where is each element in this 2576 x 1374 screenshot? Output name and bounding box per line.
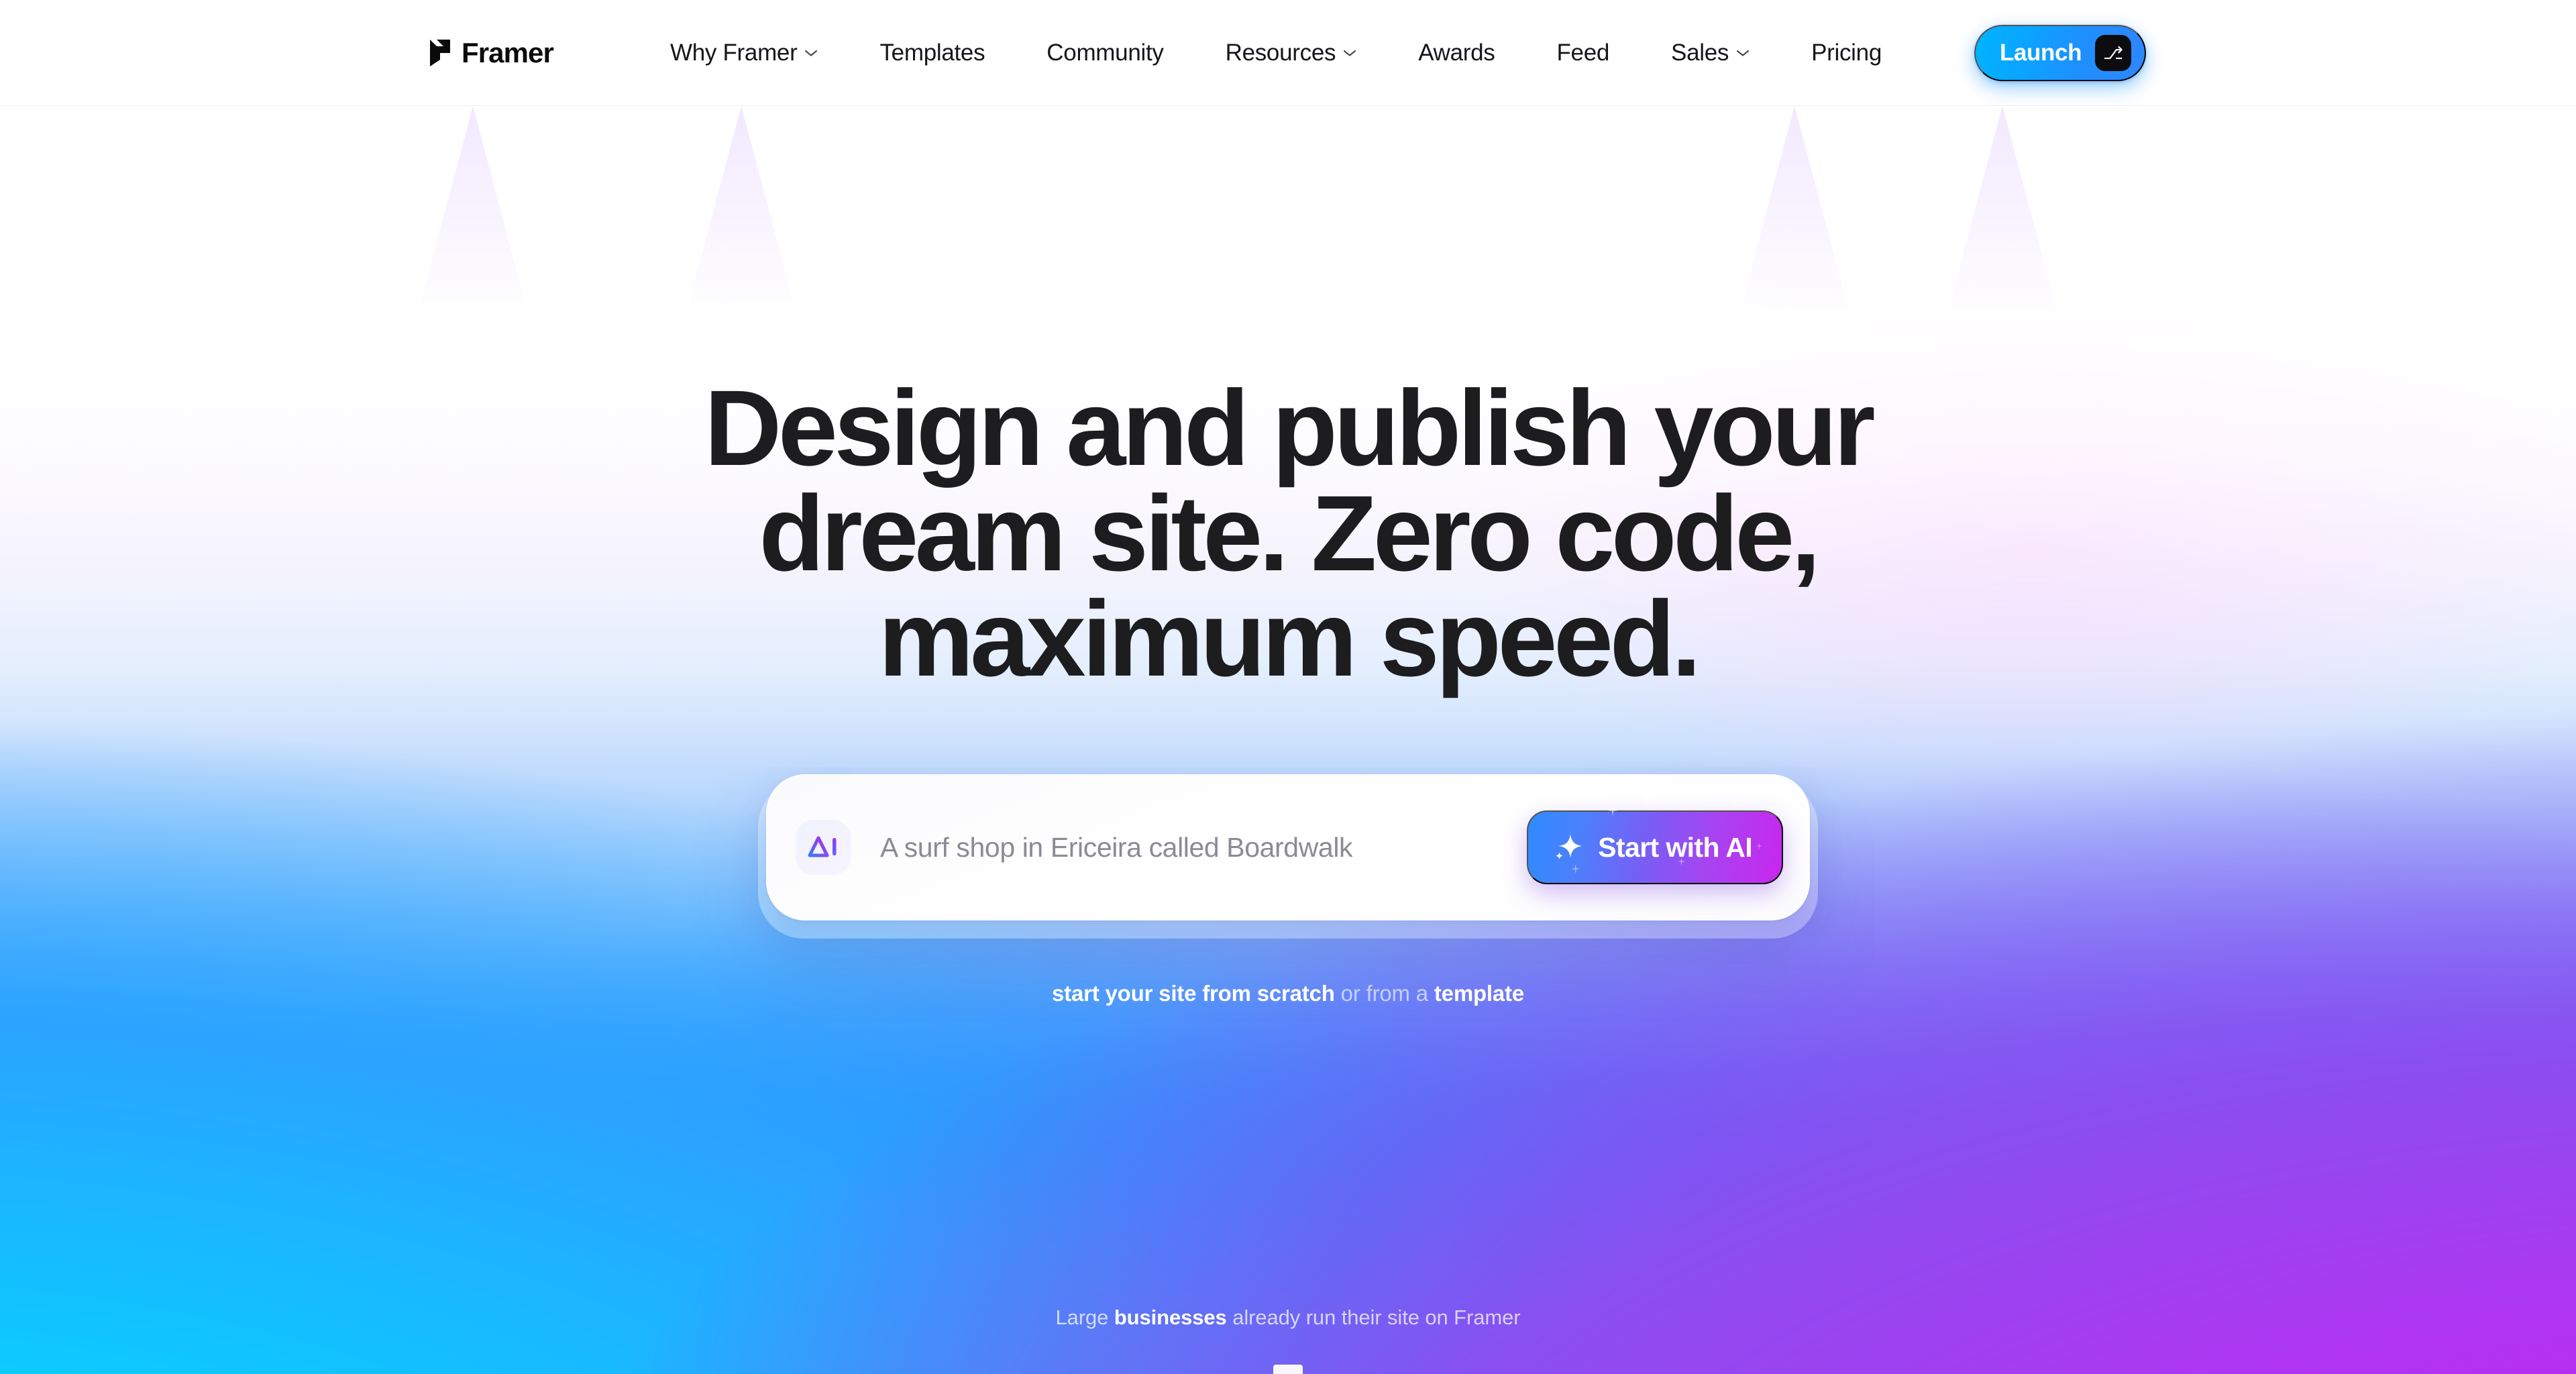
businesses-bold: businesses: [1114, 1306, 1227, 1329]
next-section-peek: [1273, 1365, 1303, 1374]
top-navigation-bar: Framer Why Framer Templates Community Re…: [0, 0, 2576, 106]
brand-logo-link[interactable]: Framer: [429, 36, 554, 69]
hero-section: Design and publish your dream site. Zero…: [0, 0, 2576, 1374]
launch-button[interactable]: Launch ⎇: [1974, 24, 2147, 81]
nav-item-sales[interactable]: Sales: [1640, 40, 1780, 66]
sparkle-icon: [1556, 834, 1583, 859]
nav-item-label: Sales: [1671, 39, 1729, 66]
chevron-down-icon: [1344, 50, 1356, 56]
nav-item-community[interactable]: Community: [1016, 40, 1194, 66]
ai-prompt-card: A surf shop in Ericeira called Boardwalk: [766, 774, 1810, 920]
start-from-scratch-link[interactable]: start your site from scratch: [1052, 981, 1335, 1006]
template-link[interactable]: template: [1434, 981, 1524, 1006]
framer-logo-icon: [429, 39, 450, 66]
nav-item-why-framer[interactable]: Why Framer: [639, 40, 849, 66]
nav-item-label: Awards: [1418, 39, 1495, 66]
sub-line-middle: or from a: [1334, 981, 1434, 1006]
nav-item-label: Resources: [1225, 39, 1336, 66]
businesses-suffix: already run their site on Framer: [1226, 1306, 1521, 1329]
nav-item-label: Why Framer: [669, 39, 798, 66]
nav-item-feed[interactable]: Feed: [1525, 40, 1640, 66]
ai-triangle-icon: [796, 820, 851, 875]
framer-landing-page: Framer Why Framer Templates Community Re…: [0, 0, 2576, 1374]
nav-item-resources[interactable]: Resources: [1195, 40, 1388, 66]
nav-item-label: Feed: [1556, 39, 1610, 66]
headline-line-2: dream site. Zero code,: [759, 472, 1821, 593]
headline-line-3: maximum speed.: [878, 578, 1701, 698]
nav-item-awards[interactable]: Awards: [1387, 40, 1525, 66]
launch-button-wrapper: Launch ⎇: [1974, 24, 2147, 81]
launch-shortcut-badge: ⎇: [2095, 34, 2132, 71]
prompt-card-glow: A surf shop in Ericeira called Boardwalk: [758, 774, 1818, 939]
headline-line-1: Design and publish your: [704, 368, 1876, 488]
scratch-or-template-line: start your site from scratch or from a t…: [1052, 981, 1524, 1006]
ai-prompt-input[interactable]: A surf shop in Ericeira called Boardwalk: [880, 832, 1527, 863]
launch-button-label: Launch: [2000, 39, 2082, 66]
chevron-down-icon: [1737, 50, 1750, 56]
nav-item-templates[interactable]: Templates: [849, 40, 1016, 66]
nav-item-label: Community: [1046, 39, 1164, 66]
nav-item-label: Pricing: [1811, 39, 1882, 66]
brand-name: Framer: [461, 36, 554, 68]
nav-item-pricing[interactable]: Pricing: [1780, 40, 1913, 66]
chevron-down-icon: [805, 50, 818, 56]
start-with-ai-button[interactable]: Start with AI: [1527, 774, 1783, 884]
businesses-tagline: Large businesses already run their site …: [1056, 1306, 1521, 1330]
page-title: Design and publish your dream site. Zero…: [617, 368, 1959, 698]
nav-item-label: Templates: [879, 39, 985, 66]
businesses-prefix: Large: [1055, 1306, 1114, 1329]
nav-inner: Framer Why Framer Templates Community Re…: [429, 24, 2147, 81]
start-with-ai-label: Start with AI: [1598, 831, 1752, 863]
